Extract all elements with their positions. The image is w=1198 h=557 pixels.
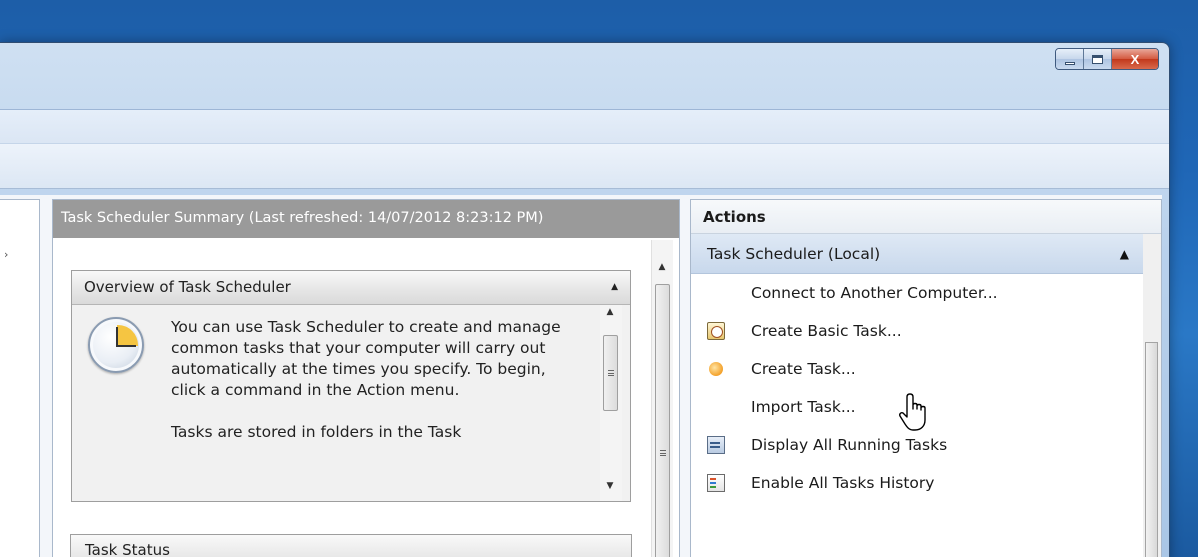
scroll-thumb[interactable] [655,284,670,557]
actions-pane: Actions Task Scheduler (Local) ▲ Connect… [690,199,1162,557]
overview-text: You can use Task Scheduler to create and… [171,317,581,443]
menu-bar [0,109,1169,143]
collapse-arrow-icon[interactable]: ▲ [611,271,618,303]
grip-icon [660,450,666,456]
scroll-thumb[interactable] [603,335,618,411]
action-label: Display All Running Tasks [751,436,948,454]
overview-body: You can use Task Scheduler to create and… [72,305,630,501]
scroll-up-arrow-icon[interactable]: ▲ [600,307,620,323]
clock-hour-hand [116,327,118,347]
action-connect-to-another-computer[interactable]: Connect to Another Computer... [691,274,1161,312]
close-icon: X [1130,51,1140,67]
overview-paragraph: Tasks are stored in folders in the Task [171,423,462,441]
clock-minute-hand [116,345,136,347]
overview-scrollbar[interactable]: ▲ ▼ [600,305,622,501]
clock-icon [88,317,144,373]
grip-icon [608,370,614,376]
action-create-basic-task[interactable]: Create Basic Task... [691,312,1161,350]
actions-group-label: Task Scheduler (Local) [707,245,881,263]
actions-scrollbar[interactable] [1143,234,1161,557]
create-task-icon [709,362,723,376]
console-tree-pane[interactable]: › [0,199,40,557]
close-button[interactable]: X [1112,49,1158,69]
clock-face-highlight [117,325,138,346]
toolbar [0,143,1169,189]
maximize-button[interactable] [1084,49,1112,69]
action-label: Create Task... [751,360,856,378]
running-tasks-icon [707,436,725,454]
summary-header: Task Scheduler Summary (Last refreshed: … [53,200,679,238]
minimize-button[interactable] [1056,49,1084,69]
overview-section: Overview of Task Scheduler ▲ You can use… [71,270,631,502]
hand-cursor-icon [899,393,926,431]
history-icon [707,474,725,492]
overview-section-header[interactable]: Overview of Task Scheduler ▲ [72,271,630,305]
overview-paragraph: You can use Task Scheduler to create and… [171,318,561,399]
scroll-up-arrow-icon[interactable]: ▲ [652,262,672,278]
task-status-title: Task Status [85,541,170,557]
collapse-arrow-icon[interactable]: ▲ [1120,234,1129,274]
action-create-task[interactable]: Create Task... [691,350,1161,388]
scroll-thumb[interactable] [1145,342,1158,557]
tree-expander-icon[interactable]: › [4,248,8,261]
caption-buttons: X [1055,48,1159,70]
client-area: › Task Scheduler Summary (Last refreshed… [0,195,1162,557]
summary-scrollbar[interactable]: ▲ [651,240,673,557]
minimize-icon [1064,61,1075,65]
title-bar[interactable]: X [0,43,1169,103]
task-status-section-header[interactable]: Task Status [70,534,632,557]
action-enable-all-tasks-history[interactable]: Enable All Tasks History [691,464,1161,502]
task-scheduler-window: X › Task Scheduler Summary (Last refresh… [0,42,1170,557]
overview-title: Overview of Task Scheduler [84,278,291,296]
create-basic-task-icon [707,322,725,340]
maximize-icon [1092,54,1103,64]
actions-title: Actions [691,200,1161,234]
action-label: Connect to Another Computer... [751,284,998,302]
action-label: Create Basic Task... [751,322,902,340]
summary-pane: Task Scheduler Summary (Last refreshed: … [52,199,680,557]
scroll-down-arrow-icon[interactable]: ▼ [600,481,620,497]
action-label: Enable All Tasks History [751,474,935,492]
action-label: Import Task... [751,398,856,416]
actions-group-header[interactable]: Task Scheduler (Local) ▲ [691,234,1143,274]
